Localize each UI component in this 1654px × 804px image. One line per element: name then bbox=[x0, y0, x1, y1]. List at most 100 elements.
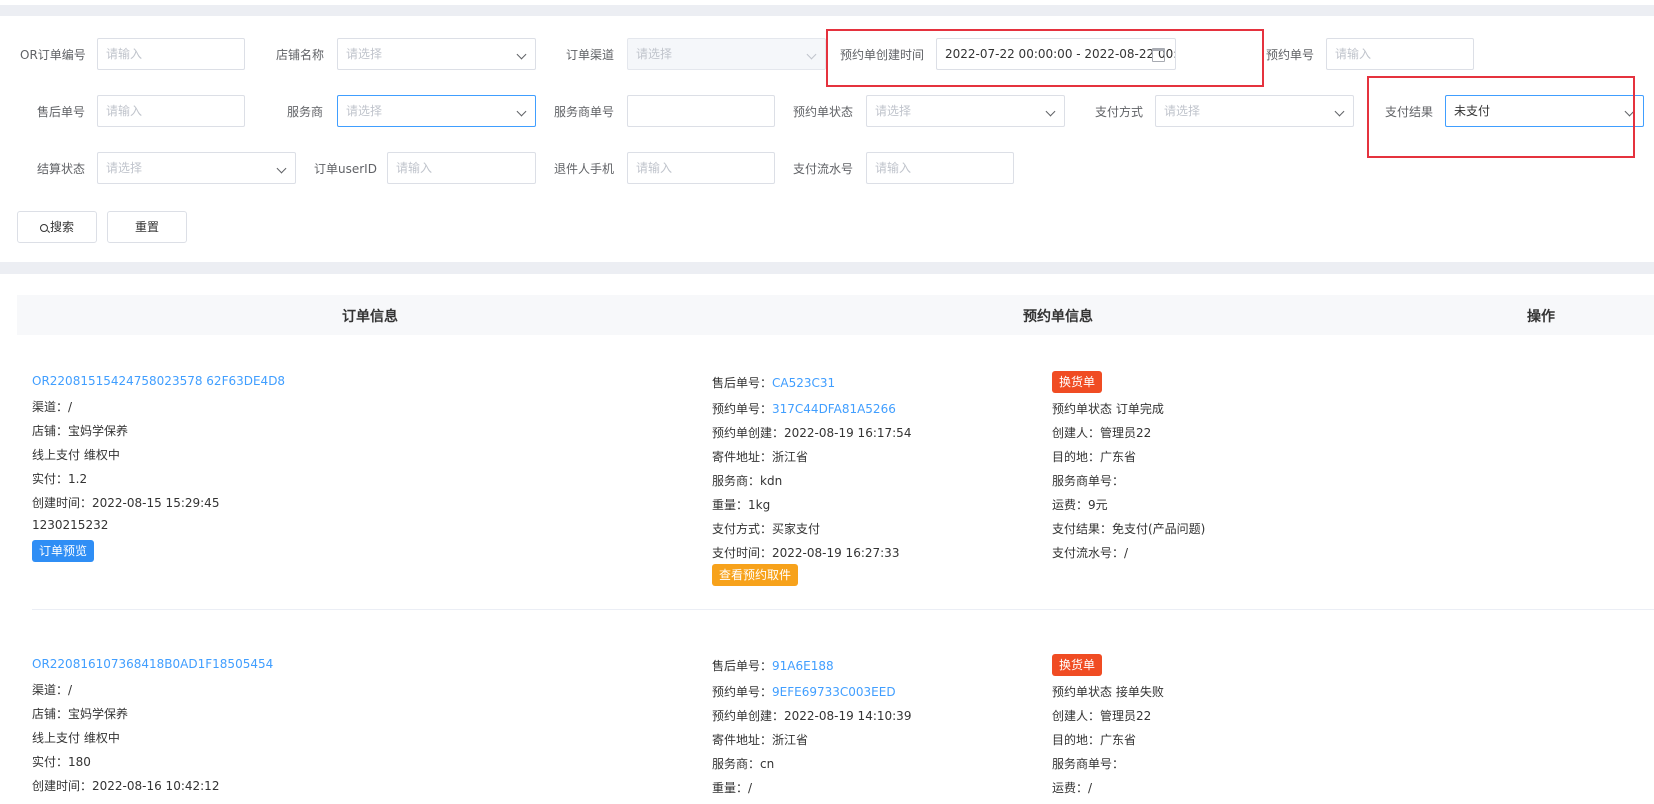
destination-text: 目的地：广东省 bbox=[1052, 733, 1137, 747]
aftersale-no-text: 售后单号：91A6E188 bbox=[712, 657, 834, 674]
aftersale-no-label: 售后单号： bbox=[712, 659, 773, 673]
chevron-down-icon bbox=[516, 49, 527, 60]
paid-text: 实付：1.2 bbox=[32, 472, 88, 486]
reservation-no-text: 预约单号：317C44DFA81A5266 bbox=[712, 400, 896, 417]
reservation-no-text: 预约单号：9EFE69733C003EED bbox=[712, 683, 896, 700]
freight-text: 运费：/ bbox=[1052, 781, 1093, 795]
freight-text: 运费：9元 bbox=[1052, 498, 1108, 512]
returner-phone-label: 退件人手机 bbox=[554, 162, 615, 176]
pay-result-text: 支付结果：免支付(产品问题) bbox=[1052, 522, 1206, 536]
table-header bbox=[17, 295, 1654, 335]
or-no-label: OR订单编号 bbox=[20, 48, 86, 62]
pay-serial-text: 支付流水号：/ bbox=[1052, 546, 1129, 560]
chevron-down-icon bbox=[1045, 106, 1056, 117]
send-addr-text: 寄件地址：浙江省 bbox=[712, 733, 809, 747]
chevron-down-icon bbox=[806, 49, 817, 60]
shop-name-select[interactable]: 请选择 bbox=[337, 38, 536, 70]
pay-status-text: 线上支付 维权中 bbox=[32, 448, 120, 462]
provider-text: 服务商：kdn bbox=[712, 474, 783, 488]
res-status-text: 预约单状态 订单完成 bbox=[1052, 402, 1164, 416]
provider-order-no-input[interactable] bbox=[627, 95, 775, 127]
pay-status-text: 线上支付 维权中 bbox=[32, 731, 120, 745]
aftersale-no-label: 售后单号 bbox=[37, 105, 86, 119]
reservation-status-placeholder: 请选择 bbox=[875, 104, 912, 118]
settle-status-label: 结算状态 bbox=[37, 162, 86, 176]
reservation-status-select[interactable]: 请选择 bbox=[866, 95, 1065, 127]
reservation-no-link[interactable]: 317C44DFA81A5266 bbox=[772, 402, 896, 416]
channel-text: 渠道：/ bbox=[32, 400, 73, 414]
reservation-no-label: 预约单号： bbox=[712, 402, 773, 416]
reservation-no-label: 预约单号 bbox=[1266, 48, 1315, 62]
order-no-link[interactable]: OR220816107368418B0AD1F18505454 bbox=[32, 657, 273, 671]
shop-name-label: 店铺名称 bbox=[276, 48, 325, 62]
aftersale-no-input[interactable]: 请输入 bbox=[97, 95, 245, 127]
provider-label: 服务商 bbox=[287, 105, 324, 119]
pay-method-text: 支付方式：买家支付 bbox=[712, 522, 821, 536]
header-operations: 操作 bbox=[1527, 309, 1555, 325]
order-preview-button[interactable]: 订单预览 bbox=[32, 540, 95, 562]
order-channel-select[interactable]: 请选择 bbox=[627, 38, 826, 70]
exchange-tag: 换货单 bbox=[1052, 654, 1103, 676]
order-userid-input[interactable]: 请输入 bbox=[387, 152, 536, 184]
shop-text: 店铺：宝妈学保养 bbox=[32, 424, 129, 438]
exchange-tag: 换货单 bbox=[1052, 371, 1103, 393]
chevron-down-icon bbox=[276, 163, 287, 174]
returner-phone-input[interactable]: 请输入 bbox=[627, 152, 775, 184]
provider-select[interactable]: 请选择 bbox=[337, 95, 536, 127]
created-text: 创建时间：2022-08-15 15:29:45 bbox=[32, 496, 220, 510]
chevron-down-icon bbox=[516, 106, 527, 117]
created-text: 创建时间：2022-08-16 10:42:12 bbox=[32, 779, 220, 793]
provider-order-no-label: 服务商单号 bbox=[554, 105, 615, 119]
search-button-label: 搜索 bbox=[49, 220, 74, 234]
channel-text: 渠道：/ bbox=[32, 683, 73, 697]
user-id-text: 1230215232 bbox=[32, 518, 109, 532]
res-created-text: 预约单创建：2022-08-19 16:17:54 bbox=[712, 426, 912, 440]
settle-status-select[interactable]: 请选择 bbox=[97, 152, 296, 184]
pay-time-text: 支付时间：2022-08-19 16:27:33 bbox=[712, 546, 900, 560]
header-order-info: 订单信息 bbox=[342, 309, 398, 325]
reservation-status-label: 预约单状态 bbox=[793, 105, 854, 119]
shop-text: 店铺：宝妈学保养 bbox=[32, 707, 129, 721]
reset-button-label: 重置 bbox=[134, 220, 159, 234]
order-no-link[interactable]: OR22081515424758023578 62F63DE4D8 bbox=[32, 374, 285, 388]
pay-serial-input[interactable]: 请输入 bbox=[866, 152, 1014, 184]
res-created-text: 预约单创建：2022-08-19 14:10:39 bbox=[712, 709, 912, 723]
order-userid-label: 订单userID bbox=[314, 162, 377, 176]
reservation-no-label: 预约单号： bbox=[712, 685, 773, 699]
chevron-down-icon bbox=[1334, 106, 1345, 117]
aftersale-no-text: 售后单号：CA523C31 bbox=[712, 374, 835, 391]
aftersale-no-link[interactable]: 91A6E188 bbox=[772, 659, 834, 673]
highlight-create-time bbox=[826, 29, 1264, 87]
pay-method-select[interactable]: 请选择 bbox=[1155, 95, 1354, 127]
pay-method-placeholder: 请选择 bbox=[1164, 104, 1201, 118]
reservation-no-link[interactable]: 9EFE69733C003EED bbox=[772, 685, 896, 699]
pay-serial-label: 支付流水号 bbox=[793, 162, 854, 176]
section-separator bbox=[0, 262, 1654, 274]
row-divider bbox=[32, 609, 1654, 610]
aftersale-no-label: 售后单号： bbox=[712, 376, 773, 390]
paid-text: 实付：180 bbox=[32, 755, 91, 769]
weight-text: 重量：/ bbox=[712, 781, 753, 795]
creator-text: 创建人：管理员22 bbox=[1052, 709, 1152, 723]
highlight-pay-result bbox=[1367, 76, 1635, 158]
provider-text: 服务商：cn bbox=[712, 757, 775, 771]
settle-status-placeholder: 请选择 bbox=[106, 161, 143, 175]
send-addr-text: 寄件地址：浙江省 bbox=[712, 450, 809, 464]
top-separator bbox=[0, 5, 1654, 16]
reset-button[interactable]: 重置 bbox=[107, 211, 187, 243]
provider-placeholder: 请选择 bbox=[346, 104, 383, 118]
order-channel-label: 订单渠道 bbox=[566, 48, 615, 62]
search-icon bbox=[39, 224, 48, 232]
provider-no-text: 服务商单号： bbox=[1052, 474, 1125, 488]
search-button[interactable]: 搜索 bbox=[17, 211, 97, 243]
aftersale-no-link[interactable]: CA523C31 bbox=[772, 376, 835, 390]
view-pickup-button[interactable]: 查看预约取件 bbox=[712, 564, 799, 586]
top-band bbox=[0, 0, 1654, 16]
provider-no-text: 服务商单号： bbox=[1052, 757, 1125, 771]
or-no-input[interactable]: 请输入 bbox=[97, 38, 245, 70]
order-channel-placeholder: 请选择 bbox=[636, 47, 673, 61]
header-reservation-info: 预约单信息 bbox=[1023, 309, 1093, 325]
res-status-text: 预约单状态 接单失败 bbox=[1052, 685, 1164, 699]
reservation-no-input[interactable]: 请输入 bbox=[1326, 38, 1474, 70]
creator-text: 创建人：管理员22 bbox=[1052, 426, 1152, 440]
